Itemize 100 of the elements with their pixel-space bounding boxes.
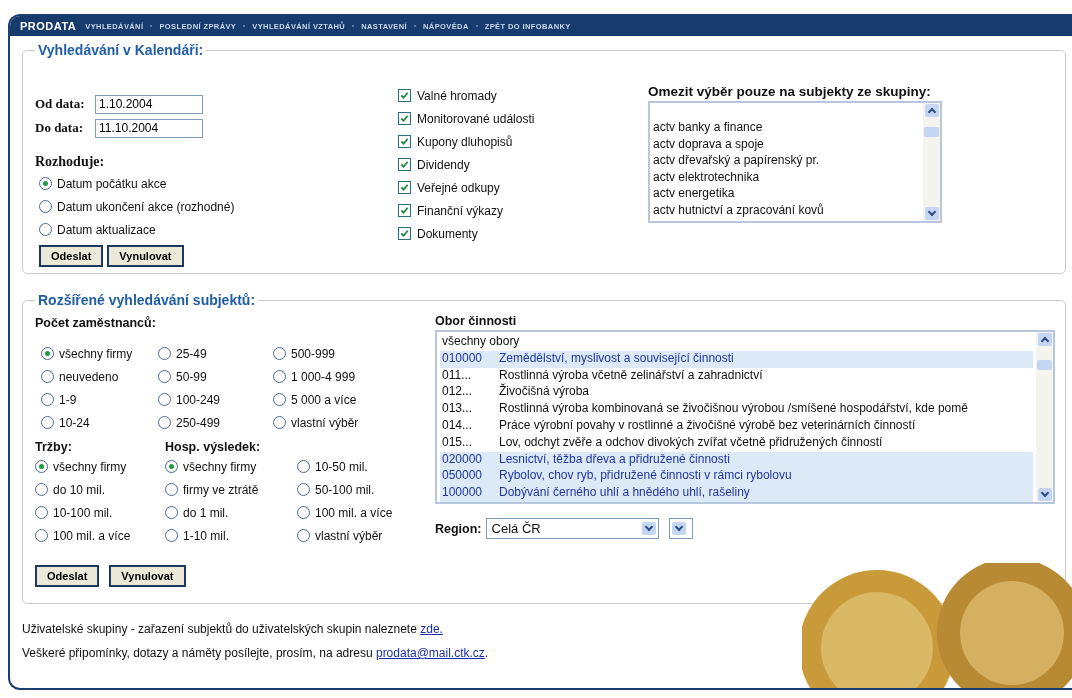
radio-button[interactable] <box>158 347 171 360</box>
radio-button[interactable] <box>297 506 310 519</box>
list-item[interactable]: actv elektrotechnika <box>653 169 920 186</box>
list-label: Omezit výběr pouze na subjekty ze skupiny: <box>648 84 932 99</box>
radio-button[interactable] <box>35 506 48 519</box>
radio-button[interactable] <box>297 483 310 496</box>
list-item[interactable]: actv energetika <box>653 186 920 203</box>
group-label: Rozhoduje: <box>35 154 106 170</box>
field-label: Do data: <box>35 120 85 136</box>
list-item[interactable]: 013... Rostlinná výroba kombinovaná se živočišnou výrobou /smíšené hospodářství, kde pomě <box>440 401 1033 418</box>
radio-button[interactable] <box>273 393 286 406</box>
brand-logo[interactable]: PRODATA <box>20 20 77 32</box>
radio-button[interactable] <box>158 416 171 429</box>
radio-button[interactable] <box>273 370 286 383</box>
checkbox-label: Finanční výkazy <box>417 203 504 218</box>
checkbox[interactable] <box>398 204 411 217</box>
option-label: Datum ukončení akce (rozhodné) <box>57 199 235 214</box>
checkbox[interactable] <box>398 89 411 102</box>
radio-button[interactable] <box>35 460 48 473</box>
list-item[interactable]: 100000 Dobývání černého uhlí a hnědého uhlí, rašeliny <box>440 485 1033 502</box>
group-label: Hosp. výsledek: <box>165 440 262 454</box>
list-item[interactable]: actv doprava a spoje <box>653 136 920 153</box>
region-dropdown[interactable]: Celá ČR <box>485 518 659 539</box>
group-label: Tržby: <box>35 440 73 454</box>
scroll-down-icon[interactable] <box>1037 488 1052 501</box>
reset-button[interactable]: Vynulovat <box>109 565 186 587</box>
checkbox-label: Monitorované události <box>417 111 535 126</box>
checkbox[interactable] <box>398 135 411 148</box>
radio-button[interactable] <box>41 347 54 360</box>
option-label: všechny firmy <box>59 346 133 361</box>
field-label: Region: <box>435 521 482 536</box>
option-label: 10-24 <box>59 415 90 430</box>
option-label: 50-100 mil. <box>315 482 375 497</box>
radio-button[interactable] <box>41 370 54 383</box>
footer-link[interactable]: zde. <box>420 622 443 636</box>
option-label: neuvedeno <box>59 369 119 384</box>
list-item[interactable]: actv dřevařský a papírenský pr. <box>653 153 920 170</box>
radio-button[interactable] <box>35 529 48 542</box>
reset-button[interactable]: Vynulovat <box>107 245 184 267</box>
list-item[interactable]: všechny obory <box>440 334 1033 351</box>
dropdown[interactable] <box>668 518 693 539</box>
radio-button[interactable] <box>39 223 52 236</box>
list-item[interactable]: actv hutnictví a zpracování kovů <box>653 202 920 219</box>
radio-button[interactable] <box>39 200 52 213</box>
radio-button[interactable] <box>165 460 178 473</box>
submit-button[interactable]: Odeslat <box>35 565 100 587</box>
checkbox-label: Dividendy <box>417 157 470 172</box>
scroll-thumb[interactable] <box>924 127 939 137</box>
list-item[interactable]: 014... Práce výrobní povahy v rostlinné a živočišné výrobě bez veterinárních činností <box>440 418 1033 435</box>
option-label: Datum počátku akce <box>57 176 167 191</box>
group-label: Počet zaměstnanců: <box>35 316 157 330</box>
scroll-up-icon[interactable] <box>1037 333 1052 346</box>
option-label: všechny firmy <box>53 459 127 474</box>
radio-button[interactable] <box>165 506 178 519</box>
option-label: 10-50 mil. <box>315 459 368 474</box>
section-title: Rozšířené vyhledávání subjektů: <box>37 292 257 308</box>
date-field[interactable]: 1.10.2004 <box>95 94 203 114</box>
radio-button[interactable] <box>273 416 286 429</box>
date-field[interactable]: 11.10.2004 <box>95 118 203 138</box>
option-label: do 10 mil. <box>53 482 106 497</box>
list-item[interactable]: actv banky a finance <box>653 120 920 137</box>
scroll-down-icon[interactable] <box>924 207 939 220</box>
checkbox-label: Dokumenty <box>417 226 478 241</box>
list-item[interactable]: 010000 Zemědělství, myslivost a související činnosti <box>440 350 1033 368</box>
radio-button[interactable] <box>35 483 48 496</box>
checkbox[interactable] <box>398 112 411 125</box>
option-label: vlastní výběr <box>315 528 383 543</box>
option-label: firmy ve ztrátě <box>183 482 259 497</box>
dropdown-icon[interactable] <box>671 522 686 535</box>
list-item[interactable]: 050000 Rybolov, chov ryb, přidružené činnosti v rámci rybolovu <box>440 468 1033 486</box>
checkbox[interactable] <box>398 227 411 240</box>
option-label: 25-49 <box>176 346 207 361</box>
list-item[interactable]: 020000 Lesnictví, těžba dřeva a přidružené činnosti <box>440 451 1033 469</box>
option-label: do 1 mil. <box>183 505 229 520</box>
radio-button[interactable] <box>39 177 52 190</box>
submit-button[interactable]: Odeslat <box>39 245 104 267</box>
list-item[interactable]: 012... Živočišná výroba <box>440 384 1033 402</box>
scroll-thumb[interactable] <box>1037 359 1052 370</box>
radio-button[interactable] <box>158 393 171 406</box>
scrollbar[interactable] <box>1036 332 1053 502</box>
scroll-up-icon[interactable] <box>924 104 939 117</box>
checkbox[interactable] <box>398 181 411 194</box>
radio-button[interactable] <box>297 529 310 542</box>
dropdown-icon[interactable] <box>641 522 656 535</box>
option-label: 10-100 mil. <box>53 505 113 520</box>
scrollbar[interactable] <box>923 103 940 221</box>
radio-button[interactable] <box>273 347 286 360</box>
footer-link[interactable]: prodata@mail.ctk.cz <box>375 646 485 660</box>
option-label: vlastní výběr <box>291 415 359 430</box>
checkbox-label: Valné hromady <box>417 88 497 103</box>
option-label: 1-9 <box>59 392 77 407</box>
list-item[interactable]: 015... Lov, odchyt zvěře a odchov divokých zvířat včetně přidružených činností <box>440 434 1033 452</box>
checkbox[interactable] <box>398 158 411 171</box>
checkbox-label: Veřejné odkupy <box>417 180 500 195</box>
radio-button[interactable] <box>165 529 178 542</box>
radio-button[interactable] <box>165 483 178 496</box>
radio-button[interactable] <box>41 393 54 406</box>
radio-button[interactable] <box>158 370 171 383</box>
radio-button[interactable] <box>41 416 54 429</box>
radio-button[interactable] <box>297 460 310 473</box>
